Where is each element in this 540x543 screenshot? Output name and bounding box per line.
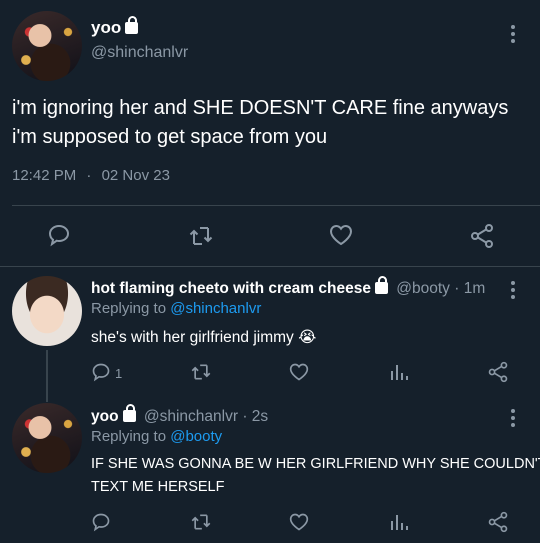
like-icon[interactable] [328, 223, 354, 247]
retweet-icon[interactable] [190, 512, 212, 532]
tweet-age: · 1m [454, 280, 486, 297]
author-handle[interactable]: @shinchanlvr [91, 44, 188, 62]
tweet-date: 02 Nov 23 [101, 167, 170, 184]
more-options-icon[interactable] [511, 25, 515, 46]
replying-to: Replying to @booty [91, 428, 222, 445]
avatar[interactable] [12, 11, 82, 81]
replying-to-label: Replying to [91, 300, 167, 317]
tweet-time: 12:42 PM [12, 167, 77, 184]
analytics-icon[interactable] [389, 512, 409, 532]
tweet-text: i'm ignoring her and SHE DOESN'T CARE fi… [12, 97, 509, 148]
like-icon[interactable] [288, 512, 310, 532]
reply-header: yoo @shinchanlvr · 2s [91, 404, 269, 426]
retweet-icon[interactable] [190, 362, 212, 382]
author-name[interactable]: yoo [91, 18, 121, 37]
reply-header: hot flaming cheeto with cream cheese @bo… [91, 276, 486, 298]
replying-to: Replying to @shinchanlvr [91, 300, 261, 317]
like-icon[interactable] [288, 362, 310, 382]
tweet-text: she's with her girlfriend jimmy 😭 [91, 329, 317, 346]
separator-dot: · [86, 167, 92, 184]
reply-icon[interactable] [47, 223, 71, 247]
avatar[interactable] [12, 403, 82, 473]
tweet-timestamp: 12:42 PM · 02 Nov 23 [12, 167, 170, 184]
divider [12, 205, 540, 206]
more-options-icon[interactable] [511, 409, 515, 430]
divider [0, 266, 540, 267]
reply-icon[interactable] [91, 362, 111, 382]
reply-icon[interactable] [91, 512, 111, 532]
author-name[interactable]: yoo [91, 408, 119, 425]
replying-to-handle[interactable]: @shinchanlvr [170, 300, 261, 317]
replying-to-handle[interactable]: @booty [170, 428, 222, 445]
tweet-age: · 2s [242, 408, 269, 425]
share-icon[interactable] [487, 511, 509, 533]
author-name[interactable]: hot flaming cheeto with cream cheese [91, 280, 371, 297]
tweet-text-line: TEXT ME HERSELF [91, 479, 225, 495]
author-handle[interactable]: @booty [396, 280, 450, 297]
author-name-row: yoo [91, 16, 139, 38]
lock-icon [125, 16, 139, 34]
share-icon[interactable] [487, 361, 509, 383]
tweet-text-line: IF SHE WAS GONNA BE W HER GIRLFRIEND WHY… [91, 456, 540, 472]
replying-to-label: Replying to [91, 428, 167, 445]
more-options-icon[interactable] [511, 281, 515, 302]
share-icon[interactable] [469, 223, 495, 249]
retweet-icon[interactable] [188, 224, 214, 248]
lock-icon [122, 404, 136, 422]
analytics-icon[interactable] [389, 362, 409, 382]
lock-icon [374, 276, 388, 294]
thread-line [46, 350, 48, 402]
author-handle[interactable]: @shinchanlvr [144, 408, 238, 425]
reply-count: 1 [115, 366, 123, 381]
avatar[interactable] [12, 276, 82, 346]
